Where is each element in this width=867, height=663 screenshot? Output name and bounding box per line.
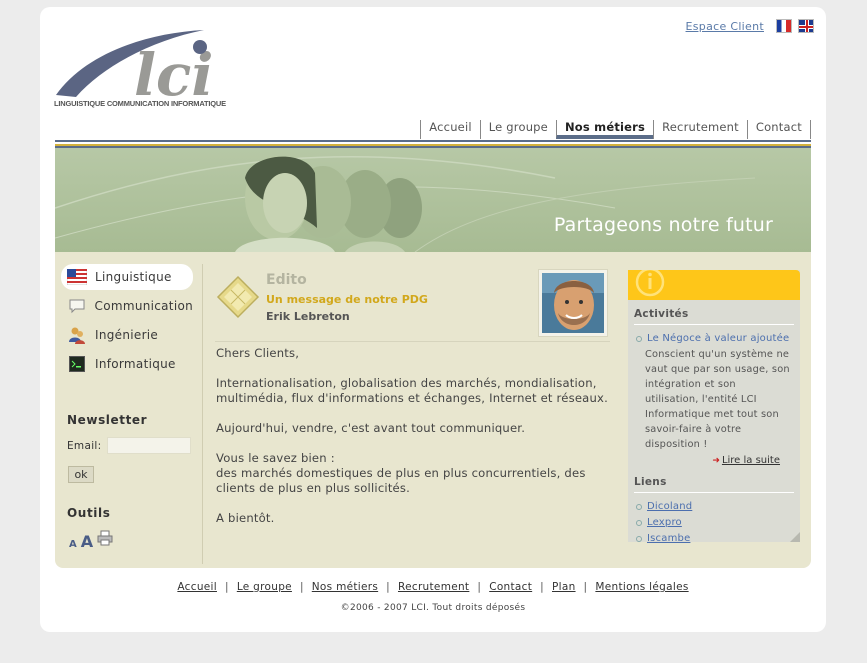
footer-link-contact[interactable]: Contact xyxy=(489,581,532,593)
espace-client-link[interactable]: Espace Client xyxy=(686,20,764,33)
edito-separator xyxy=(215,341,610,342)
info-icon xyxy=(635,270,665,297)
activites-title: Activités xyxy=(634,308,794,325)
footer-divider: | xyxy=(477,581,482,593)
people-icon xyxy=(67,326,87,344)
footer-nav: Accueil | Le groupe | Nos métiers | Recrutemen… xyxy=(40,581,826,593)
outils-title: Outils xyxy=(67,506,111,520)
print-icon[interactable] xyxy=(97,530,113,550)
lien-iscambe[interactable]: Iscambe xyxy=(647,533,690,544)
footer-link-le-groupe[interactable]: Le groupe xyxy=(237,581,292,593)
edito-author: Erik Lebreton xyxy=(266,310,350,323)
activite-link[interactable]: Le Négoce à valeur ajoutée xyxy=(647,333,789,344)
footer-link-plan[interactable]: Plan xyxy=(552,581,576,593)
main-nav: Accueil Le groupe Nos métiers Recrutemen… xyxy=(420,120,811,140)
font-increase-button[interactable]: A xyxy=(81,534,93,550)
edito-paragraph: Aujourd'hui, vendre, c'est avant tout co… xyxy=(216,421,526,435)
activite-item: Le Négoce à valeur ajoutée xyxy=(636,333,792,344)
french-flag-icon[interactable] xyxy=(776,19,792,33)
uk-flag-icon[interactable] xyxy=(798,19,814,33)
email-field[interactable] xyxy=(107,437,191,454)
copyright: ©2006 - 2007 LCI. Tout droits déposés xyxy=(340,603,526,613)
sidebar: Linguistique Communication Ingénierie In… xyxy=(61,264,193,380)
nav-recrutement[interactable]: Recrutement xyxy=(653,120,747,139)
lien-item: Lexpro xyxy=(636,517,792,528)
outils-toolbar: A A xyxy=(69,530,113,550)
top-right-tools: Espace Client xyxy=(686,19,814,33)
footer-link-recrutement[interactable]: Recrutement xyxy=(398,581,469,593)
edito-paragraph: Vous le savez bien : des marchés domesti… xyxy=(216,451,586,495)
hero-banner: Partageons notre futur xyxy=(55,148,811,252)
lien-dicoland[interactable]: Dicoland xyxy=(647,501,692,512)
footer-divider: | xyxy=(224,581,229,593)
bullet-icon xyxy=(636,503,642,510)
footer-divider: | xyxy=(299,581,304,593)
edito-paragraph: A bientôt. xyxy=(216,511,275,525)
nav-nos-metiers[interactable]: Nos métiers xyxy=(555,120,654,139)
sidebar-divider xyxy=(202,264,203,564)
ceo-photo xyxy=(538,269,608,337)
sidebar-item-communication[interactable]: Communication xyxy=(61,293,193,319)
newsletter-ok-button[interactable]: ok xyxy=(68,466,94,483)
panel-header xyxy=(628,270,800,300)
page-container: Espace Client lci LINGUISTIQUE COMMUNICA… xyxy=(40,7,826,632)
nav-le-groupe[interactable]: Le groupe xyxy=(479,120,556,139)
activite-description: Conscient qu'un système ne vaut que par … xyxy=(645,349,790,450)
footer-link-accueil[interactable]: Accueil xyxy=(177,581,217,593)
edito-title: Edito xyxy=(266,272,307,288)
corner-fold-icon xyxy=(790,532,800,542)
footer-divider: | xyxy=(583,581,588,593)
liens-title: Liens xyxy=(634,476,794,493)
bullet-icon xyxy=(636,535,642,542)
newsletter-title: Newsletter xyxy=(67,413,148,427)
lien-item: Dicoland xyxy=(636,501,792,512)
sidebar-item-label: Ingénierie xyxy=(95,328,159,342)
read-more-link[interactable]: ➜ Lire la suite xyxy=(628,455,780,466)
footer-divider: | xyxy=(540,581,544,593)
sidebar-item-linguistique[interactable]: Linguistique xyxy=(61,264,193,290)
info-panel: Activités Le Négoce à valeur ajoutée Con… xyxy=(628,270,800,544)
lien-item: Iscambe xyxy=(636,533,792,544)
footer-divider: | xyxy=(386,581,390,593)
footer-link-nos-metiers[interactable]: Nos métiers xyxy=(312,581,378,593)
bullet-icon xyxy=(636,335,642,342)
sidebar-item-label: Informatique xyxy=(95,357,176,371)
edito-body: Chers Clients, Internationalisation, glo… xyxy=(216,346,616,541)
sidebar-item-label: Communication xyxy=(94,299,193,313)
lien-lexpro[interactable]: Lexpro xyxy=(647,517,682,528)
sidebar-item-informatique[interactable]: Informatique xyxy=(61,351,193,377)
speech-bubble-icon xyxy=(67,297,87,315)
header-stripes xyxy=(55,140,811,148)
banner-title: Partageons notre futur xyxy=(553,214,773,236)
edito-paragraph: Internationalisation, globalisation des … xyxy=(216,376,608,405)
edito-subtitle: Un message de notre PDG xyxy=(266,293,428,306)
terminal-icon xyxy=(67,355,87,373)
bullet-icon xyxy=(636,519,642,526)
logo-swoosh-icon: lci xyxy=(56,30,213,109)
logo-tagline: LINGUISTIQUE COMMUNICATION INFORMATIQUE xyxy=(54,99,226,108)
sidebar-item-ingenierie[interactable]: Ingénierie xyxy=(61,322,193,348)
email-label: Email: xyxy=(67,440,102,452)
nav-contact[interactable]: Contact xyxy=(746,120,811,139)
font-decrease-button[interactable]: A xyxy=(69,539,77,550)
main-content: Linguistique Communication Ingénierie In… xyxy=(55,252,811,568)
sidebar-item-label: Linguistique xyxy=(95,270,172,284)
nav-accueil[interactable]: Accueil xyxy=(420,120,479,139)
footer-link-mentions-legales[interactable]: Mentions légales xyxy=(595,581,688,593)
arrow-right-icon: ➜ xyxy=(712,456,720,466)
us-flag-icon xyxy=(67,268,87,286)
edito-diamond-icon xyxy=(215,274,261,320)
banner-people-image xyxy=(55,156,756,252)
edito-paragraph: Chers Clients, xyxy=(216,346,300,360)
